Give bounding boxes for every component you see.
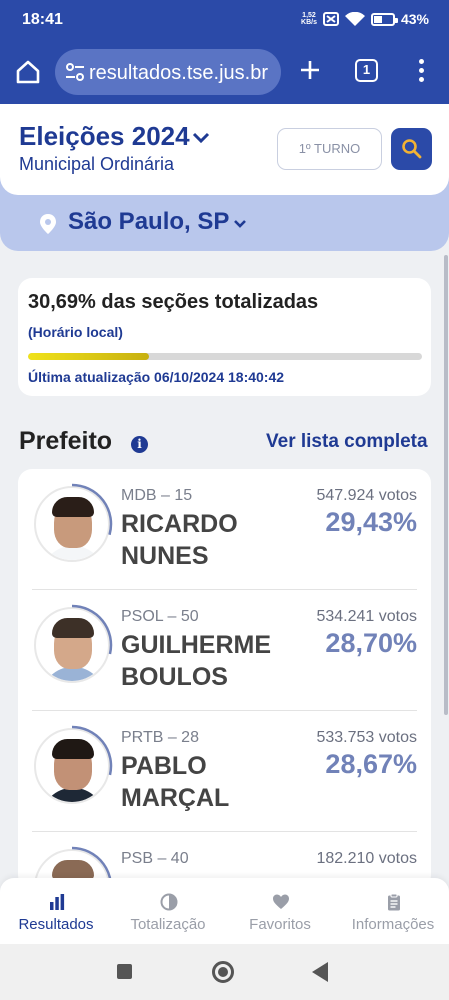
candidate-name: GUILHERME BOULOS bbox=[121, 629, 271, 693]
election-subtitle: Municipal Ordinária bbox=[19, 154, 175, 174]
candidate-name: RICARDO NUNES bbox=[121, 508, 238, 572]
site-settings-icon[interactable] bbox=[65, 63, 85, 81]
election-title[interactable]: Eleições 2024 bbox=[19, 121, 190, 152]
page-scrollbar[interactable] bbox=[444, 255, 448, 715]
candidate-row[interactable]: PSOL – 50 GUILHERME BOULOS 534.241 votos … bbox=[18, 590, 431, 711]
address-bar[interactable]: resultados.tse.jus.br bbox=[55, 49, 281, 95]
candidate-row[interactable]: MDB – 15 RICARDO NUNES 547.924 votos 29,4… bbox=[18, 469, 431, 590]
vote-share-ring bbox=[71, 604, 113, 655]
candidate-votes: 533.753 votos bbox=[316, 729, 417, 746]
see-full-list-link[interactable]: Ver lista completa bbox=[266, 431, 428, 453]
candidate-name-line1: PABLO bbox=[121, 752, 207, 780]
url-text: resultados.tse.jus.br bbox=[89, 62, 268, 84]
system-navigation-bar bbox=[0, 944, 449, 1000]
home-button[interactable] bbox=[212, 961, 234, 983]
candidate-votes: 182.210 votos bbox=[316, 850, 417, 867]
last-update-text: Última atualização 06/10/2024 18:40:42 bbox=[28, 369, 285, 385]
candidate-percent: 28,67% bbox=[325, 749, 417, 779]
wifi-icon bbox=[344, 11, 365, 26]
more-menu-icon[interactable] bbox=[413, 59, 429, 85]
chevron-down-icon[interactable] bbox=[192, 131, 210, 145]
time-note: (Horário local) bbox=[28, 324, 123, 340]
candidate-avatar bbox=[31, 483, 113, 565]
nav-label: Informações bbox=[351, 916, 435, 933]
network-speed-value: 1,52 bbox=[302, 12, 316, 19]
candidate-party: PSOL – 50 bbox=[121, 608, 199, 625]
totalization-progress-fill bbox=[28, 353, 149, 360]
new-tab-icon[interactable] bbox=[298, 58, 322, 82]
location-selector[interactable]: São Paulo, SP bbox=[68, 208, 229, 236]
totalization-card: 30,69% das seções totalizadas (Horário l… bbox=[18, 278, 431, 396]
section-title: Prefeito bbox=[19, 427, 113, 455]
candidate-party: MDB – 15 bbox=[121, 487, 193, 504]
candidate-avatar bbox=[31, 725, 113, 807]
candidate-list: MDB – 15 RICARDO NUNES 547.924 votos 29,4… bbox=[18, 469, 431, 889]
nav-favoritos[interactable]: Favoritos bbox=[224, 878, 336, 944]
browser-toolbar: resultados.tse.jus.br 1 bbox=[0, 40, 449, 104]
totalization-progress-bar bbox=[28, 353, 422, 360]
vote-share-ring bbox=[71, 483, 113, 536]
status-bar: 18:41 1,52 KB/s 43% bbox=[0, 0, 449, 40]
chevron-down-icon[interactable] bbox=[233, 219, 247, 229]
info-icon[interactable]: i bbox=[131, 436, 148, 453]
pie-chart-icon bbox=[160, 893, 178, 911]
home-icon[interactable] bbox=[14, 58, 42, 86]
nav-label: Totalização bbox=[130, 916, 206, 933]
search-button[interactable] bbox=[391, 128, 432, 170]
candidate-name-line2: NUNES bbox=[121, 542, 209, 570]
network-speed: 1,52 KB/s bbox=[301, 12, 317, 26]
candidate-party: PSB – 40 bbox=[121, 850, 189, 867]
nav-resultados[interactable]: Resultados bbox=[0, 878, 112, 944]
tab-switcher-button[interactable]: 1 bbox=[355, 59, 378, 82]
no-sim-icon bbox=[322, 12, 339, 26]
vote-share-ring bbox=[71, 725, 113, 776]
bottom-navigation: Resultados Totalização Favoritos Informa… bbox=[0, 878, 449, 944]
candidate-name: PABLO MARÇAL bbox=[121, 750, 229, 814]
nav-totalizacao[interactable]: Totalização bbox=[112, 878, 224, 944]
heart-icon bbox=[273, 894, 289, 909]
battery-percent: 43% bbox=[400, 11, 429, 27]
back-button[interactable] bbox=[312, 962, 328, 982]
nav-label: Favoritos bbox=[249, 916, 311, 933]
nav-label: Resultados bbox=[18, 916, 94, 933]
location-pin-icon bbox=[40, 214, 56, 234]
candidate-name-line1: GUILHERME bbox=[121, 631, 271, 659]
candidate-name-line2: MARÇAL bbox=[121, 784, 230, 812]
search-icon bbox=[402, 139, 422, 159]
candidate-votes: 534.241 votos bbox=[316, 608, 417, 625]
turno-button[interactable]: 1º TURNO bbox=[277, 128, 382, 170]
candidate-row[interactable]: PRTB – 28 PABLO MARÇAL 533.753 votos 28,6… bbox=[18, 711, 431, 832]
battery-icon bbox=[370, 12, 398, 26]
candidate-percent: 28,70% bbox=[325, 628, 417, 658]
bar-chart-icon bbox=[50, 894, 65, 910]
nav-informacoes[interactable]: Informações bbox=[337, 878, 449, 944]
candidate-name-line1: RICARDO bbox=[121, 510, 238, 538]
clipboard-icon bbox=[388, 893, 400, 911]
candidate-name-line2: BOULOS bbox=[121, 663, 228, 691]
network-speed-unit: KB/s bbox=[301, 19, 317, 26]
candidate-percent: 29,43% bbox=[325, 507, 417, 537]
status-icons: 1,52 KB/s 43% bbox=[301, 11, 429, 27]
status-time: 18:41 bbox=[22, 11, 63, 28]
candidate-avatar bbox=[31, 604, 113, 686]
totalization-title: 30,69% das seções totalizadas bbox=[28, 291, 319, 313]
recents-button[interactable] bbox=[117, 964, 132, 979]
candidate-party: PRTB – 28 bbox=[121, 729, 199, 746]
candidate-votes: 547.924 votos bbox=[316, 487, 417, 504]
